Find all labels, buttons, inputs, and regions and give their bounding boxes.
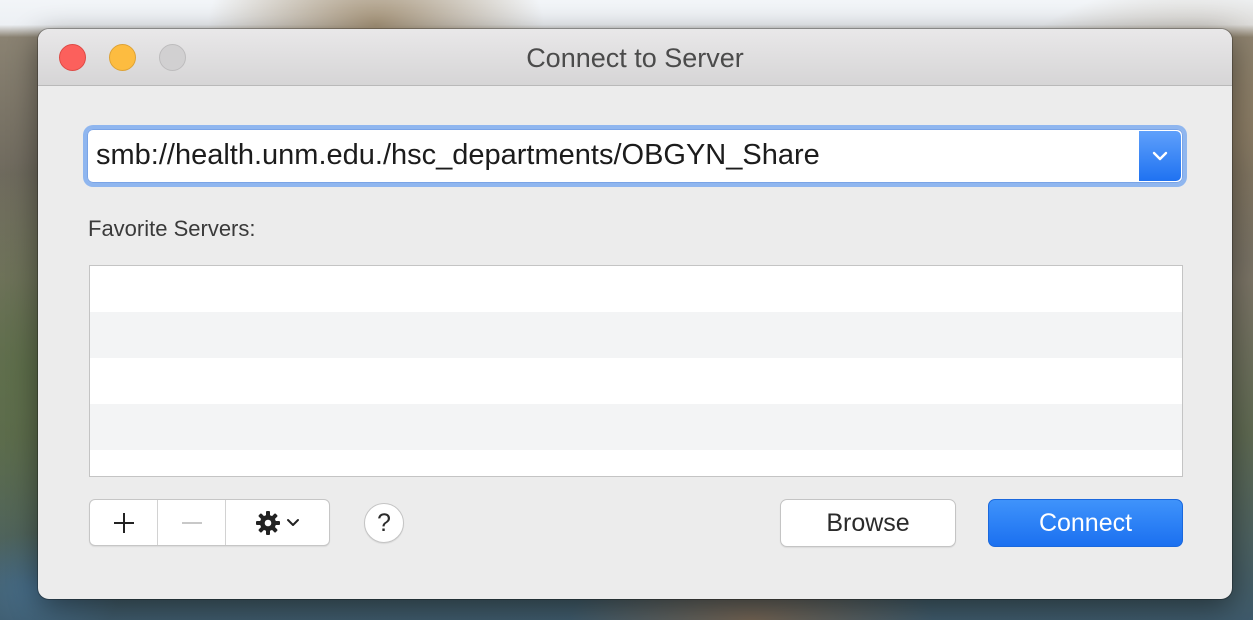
favorite-servers-label: Favorite Servers: (88, 216, 256, 241)
chevron-down-icon (287, 518, 299, 526)
recent-servers-dropdown-button[interactable] (1139, 131, 1181, 181)
list-row[interactable] (90, 266, 1182, 312)
favorites-segmented-control (89, 499, 330, 546)
server-address-input[interactable]: smb://health.unm.edu./hsc_departments/OB… (96, 139, 820, 172)
title-bar: Connect to Server (38, 29, 1232, 86)
window-title: Connect to Server (526, 43, 744, 73)
favorite-servers-list[interactable] (89, 265, 1183, 477)
chevron-down-icon (1152, 151, 1168, 161)
list-row[interactable] (90, 312, 1182, 358)
add-favorite-button[interactable] (90, 500, 158, 545)
plus-icon (113, 512, 134, 533)
list-row[interactable] (90, 358, 1182, 404)
list-row[interactable] (90, 404, 1182, 450)
minus-icon (181, 521, 202, 524)
action-menu-button[interactable] (226, 500, 329, 545)
server-address-field[interactable]: smb://health.unm.edu./hsc_departments/OB… (87, 129, 1183, 183)
help-button[interactable]: ? (364, 503, 404, 543)
remove-favorite-button[interactable] (158, 500, 226, 545)
gear-icon (256, 510, 280, 535)
connect-to-server-window: Connect to Server smb://health.unm.edu./… (38, 29, 1232, 599)
connect-button[interactable]: Connect (988, 499, 1183, 547)
browse-button[interactable]: Browse (780, 499, 956, 547)
